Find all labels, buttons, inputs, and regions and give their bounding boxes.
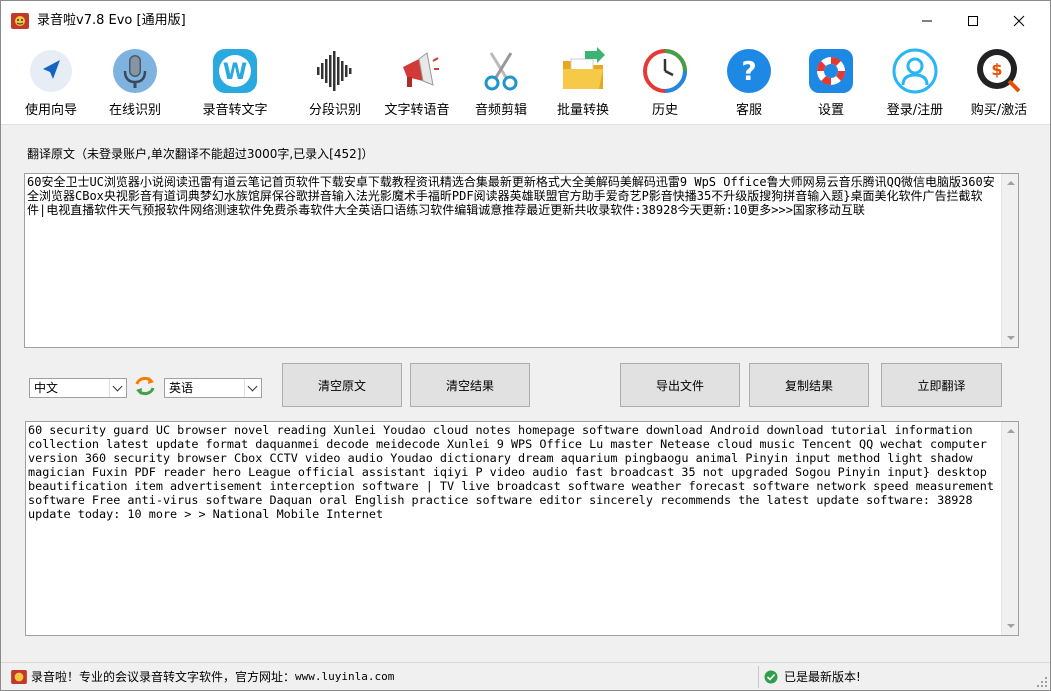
- minimize-icon: [922, 20, 932, 22]
- close-button[interactable]: [996, 1, 1042, 41]
- target-language-select[interactable]: 英语: [164, 378, 262, 398]
- toolbar-customer-service[interactable]: ? 客服: [711, 41, 787, 125]
- source-text: 60安全卫士UC浏览器小说阅读迅雷有道云笔记首页软件下载安卓下载教程资讯精选合集…: [27, 175, 995, 217]
- source-label: 翻译原文（未登录账户,单次翻译不能超过3000字,已录入[452]）: [27, 147, 374, 161]
- maximize-button[interactable]: [950, 1, 996, 41]
- result-text: 60 security guard UC browser novel readi…: [28, 423, 1002, 521]
- navigation-arrow-icon: [30, 50, 72, 92]
- status-left: 录音啦！专业的会议录音转文字软件，官方网址： www.luyinla.com: [11, 668, 394, 685]
- copy-result-button[interactable]: 复制结果: [749, 363, 869, 407]
- app-logo-icon: [11, 13, 29, 29]
- svg-text:?: ?: [741, 57, 756, 87]
- lifebuoy-icon: [809, 49, 853, 93]
- toolbar-segment-recognition[interactable]: 分段识别: [297, 41, 373, 125]
- scroll-up-icon[interactable]: [1007, 181, 1015, 185]
- status-divider: [758, 666, 759, 688]
- app-window: 录音啦v7.8 Evo [通用版] 使用向导 在线识别 W 录音转文字 分段识别…: [0, 0, 1051, 691]
- waveform-icon: [317, 51, 352, 91]
- toolbar-online-recognition[interactable]: 在线识别: [97, 41, 173, 125]
- export-file-button[interactable]: 导出文件: [620, 363, 740, 407]
- purchase-icon: $: [977, 49, 1021, 93]
- toolbar-audio-editing[interactable]: 音频剪辑: [463, 41, 539, 125]
- megaphone-icon: [403, 52, 439, 87]
- check-icon: [764, 670, 778, 683]
- toolbar-text-to-speech[interactable]: 文字转语音: [379, 41, 455, 125]
- scroll-down-icon[interactable]: [1007, 336, 1015, 340]
- history-clock-icon: [643, 49, 687, 93]
- toolbar-purchase-activate[interactable]: $ 购买/激活: [961, 41, 1037, 125]
- official-site-link[interactable]: www.luyinla.com: [295, 670, 394, 683]
- source-language-value: 中文: [34, 381, 59, 395]
- swap-language-icon[interactable]: [134, 376, 156, 396]
- translate-now-button[interactable]: 立即翻译: [881, 363, 1002, 407]
- help-icon: ?: [727, 49, 771, 93]
- window-title: 录音啦v7.8 Evo [通用版]: [37, 13, 186, 28]
- toolbar-audio-to-text[interactable]: W 录音转文字: [193, 41, 277, 125]
- scroll-up-icon[interactable]: [1007, 429, 1015, 433]
- w-app-icon: W: [213, 49, 257, 93]
- title-bar: 录音啦v7.8 Evo [通用版]: [1, 1, 1050, 41]
- chevron-down-icon[interactable]: [244, 379, 261, 397]
- toolbar-batch-convert[interactable]: 批量转换: [545, 41, 621, 125]
- close-icon: [1013, 15, 1025, 27]
- user-icon: [892, 48, 938, 94]
- status-message: 录音啦！专业的会议录音转文字软件，官方网址：: [31, 670, 296, 684]
- toolbar-login-register[interactable]: 登录/注册: [875, 41, 955, 125]
- svg-text:W: W: [223, 60, 247, 85]
- source-language-select[interactable]: 中文: [29, 378, 127, 398]
- maximize-icon: [968, 16, 978, 26]
- toolbar-settings[interactable]: 设置: [793, 41, 869, 125]
- status-bar: 录音啦！专业的会议录音转文字软件，官方网址： www.luyinla.com 已…: [1, 662, 1050, 690]
- version-status: 已是最新版本!: [784, 670, 861, 684]
- app-logo-icon: [11, 669, 27, 684]
- translate-panel: 翻译原文（未登录账户,单次翻译不能超过3000字,已录入[452]） 60安全卫…: [1, 126, 1050, 661]
- clear-source-button[interactable]: 清空原文: [282, 363, 402, 407]
- source-scrollbar[interactable]: [1001, 174, 1018, 347]
- scroll-down-icon[interactable]: [1007, 624, 1015, 628]
- svg-text:$: $: [991, 60, 1002, 79]
- target-language-value: 英语: [169, 381, 194, 395]
- source-textarea[interactable]: 60安全卫士UC浏览器小说阅读迅雷有道云笔记首页软件下载安卓下载教程资讯精选合集…: [24, 173, 1019, 348]
- microphone-icon: [113, 49, 157, 93]
- result-textarea[interactable]: 60 security guard UC browser novel readi…: [25, 421, 1019, 636]
- minimize-button[interactable]: [904, 1, 950, 41]
- scissors-icon: [484, 52, 518, 91]
- result-scrollbar[interactable]: [1001, 422, 1018, 635]
- toolbar-history[interactable]: 历史: [627, 41, 703, 125]
- status-right: 已是最新版本!: [764, 668, 861, 685]
- chevron-down-icon[interactable]: [109, 379, 126, 397]
- toolbar-guide[interactable]: 使用向导: [13, 41, 89, 125]
- main-toolbar: 使用向导 在线识别 W 录音转文字 分段识别 文字转语音 音频剪辑 批量转换 历…: [1, 41, 1050, 125]
- resize-grip-icon[interactable]: [1036, 676, 1048, 688]
- folder-icon: [563, 47, 605, 89]
- clear-result-button[interactable]: 清空结果: [410, 363, 530, 407]
